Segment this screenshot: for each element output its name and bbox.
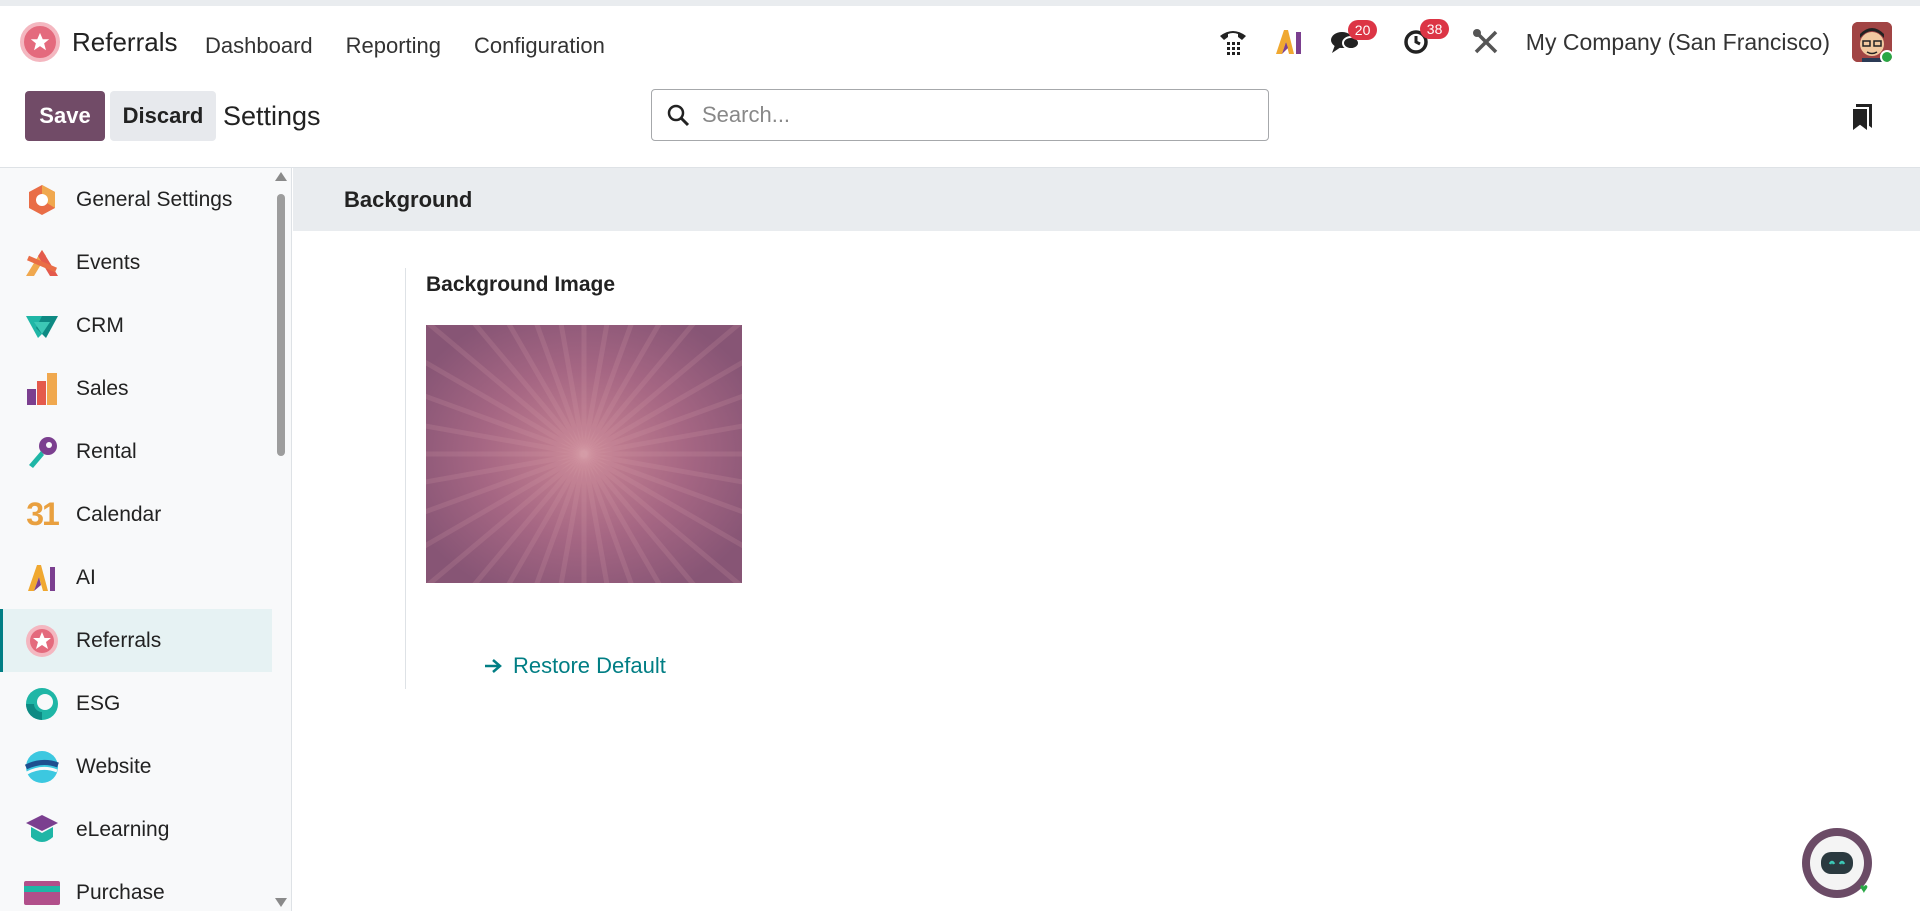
debug-tools-button[interactable]	[1472, 28, 1500, 56]
events-icon	[24, 245, 60, 281]
sidebar-item-label: Referrals	[76, 628, 162, 652]
company-switcher[interactable]: My Company (San Francisco)	[1526, 29, 1830, 56]
rental-icon	[24, 434, 60, 470]
search-input[interactable]	[702, 102, 1222, 128]
sidebar-item-label: Purchase	[76, 880, 165, 904]
restore-default-button[interactable]: Restore Default	[483, 653, 666, 679]
ai-button[interactable]	[1274, 28, 1304, 56]
referrals-logo-icon	[20, 22, 60, 62]
sidebar-item-label: General Settings	[76, 187, 233, 211]
ai-icon	[1275, 30, 1301, 54]
esg-icon	[24, 686, 60, 722]
page-title: Settings	[223, 101, 321, 131]
section-header: Background	[293, 168, 1920, 231]
sidebar-item-referrals[interactable]: Referrals	[0, 609, 272, 672]
menu-dashboard[interactable]: Dashboard	[205, 33, 313, 59]
main-menu: Dashboard Reporting Configuration	[205, 33, 605, 59]
sidebar-scrollbar[interactable]	[275, 172, 287, 907]
messages-button[interactable]: 20	[1330, 20, 1378, 55]
sidebar-item-label: Rental	[76, 439, 137, 463]
sidebar-item-elearning[interactable]: eLearning	[0, 798, 272, 861]
activities-button[interactable]: 38	[1402, 19, 1450, 56]
control-panel: Save Discard Settings	[0, 86, 1920, 168]
livechat-bot-button[interactable]: ♥	[1802, 828, 1872, 898]
sidebar-item-label: CRM	[76, 313, 124, 337]
general-settings-icon	[24, 182, 60, 218]
arrow-right-icon	[485, 659, 502, 673]
phone-icon	[1219, 31, 1246, 55]
crm-icon	[24, 308, 60, 344]
purchase-icon	[24, 875, 60, 911]
sidebar-item-crm[interactable]: CRM	[0, 294, 272, 357]
scroll-thumb[interactable]	[277, 194, 285, 456]
sidebar-item-events[interactable]: Events	[0, 231, 272, 294]
sidebar-item-label: Sales	[76, 376, 129, 400]
top-navbar: Referrals Dashboard Reporting Configurat…	[0, 0, 1920, 86]
sidebar-item-label: AI	[76, 565, 96, 589]
search-icon	[667, 104, 690, 127]
activities-badge: 38	[1419, 19, 1450, 39]
elearning-icon	[24, 812, 60, 848]
app-title: Referrals	[72, 26, 178, 57]
discard-button[interactable]: Discard	[110, 91, 216, 141]
restore-default-label: Restore Default	[513, 653, 666, 678]
background-image-setting: Background Image Restore Default	[405, 268, 742, 689]
heart-icon: ♥	[1859, 880, 1868, 896]
sidebar-item-label: Events	[76, 250, 141, 274]
calendar-icon: 31	[24, 496, 60, 533]
settings-sidebar: General Settings Events CRM Sales Rental…	[0, 168, 292, 911]
bot-face-icon	[1810, 836, 1864, 890]
app-brand[interactable]: Referrals	[20, 22, 177, 62]
ai-icon	[24, 560, 60, 596]
sidebar-item-esg[interactable]: ESG	[0, 672, 272, 735]
sidebar-item-label: eLearning	[76, 817, 170, 841]
scroll-up-arrow-icon[interactable]	[275, 172, 287, 181]
background-image-preview[interactable]	[426, 325, 742, 583]
tools-icon	[1472, 29, 1498, 54]
sidebar-item-general-settings[interactable]: General Settings	[0, 168, 272, 231]
calendar-icon-text: 31	[26, 496, 60, 532]
sidebar-item-label: Calendar	[76, 502, 162, 526]
favorites-button[interactable]	[1850, 102, 1874, 137]
referrals-icon	[24, 623, 60, 659]
sales-icon	[24, 371, 60, 407]
bookmark-icon	[1851, 104, 1872, 134]
menu-configuration[interactable]: Configuration	[474, 33, 605, 59]
sidebar-item-rental[interactable]: Rental	[0, 420, 272, 483]
phone-button[interactable]	[1218, 28, 1248, 56]
sidebar-item-label: ESG	[76, 691, 121, 715]
online-status-dot	[1880, 50, 1892, 62]
scroll-down-arrow-icon[interactable]	[275, 898, 287, 907]
systray: 20 38 My Company (San Francisco)	[1192, 19, 1892, 62]
save-button[interactable]: Save	[25, 91, 105, 141]
sidebar-item-sales[interactable]: Sales	[0, 357, 272, 420]
sidebar-item-ai[interactable]: AI	[0, 546, 272, 609]
sidebar-item-calendar[interactable]: 31 Calendar	[0, 483, 272, 546]
sidebar-item-label: Website	[76, 754, 152, 778]
messages-badge: 20	[1347, 20, 1378, 40]
sidebar-item-website[interactable]: Website	[0, 735, 272, 798]
search-box[interactable]	[651, 89, 1269, 141]
setting-title: Background Image	[426, 273, 616, 296]
sidebar-item-purchase[interactable]: Purchase	[0, 861, 272, 911]
settings-content: Background Background Image Restore Defa…	[293, 168, 1920, 911]
user-avatar[interactable]	[1852, 22, 1892, 62]
menu-reporting[interactable]: Reporting	[346, 33, 441, 59]
website-icon	[24, 749, 60, 785]
